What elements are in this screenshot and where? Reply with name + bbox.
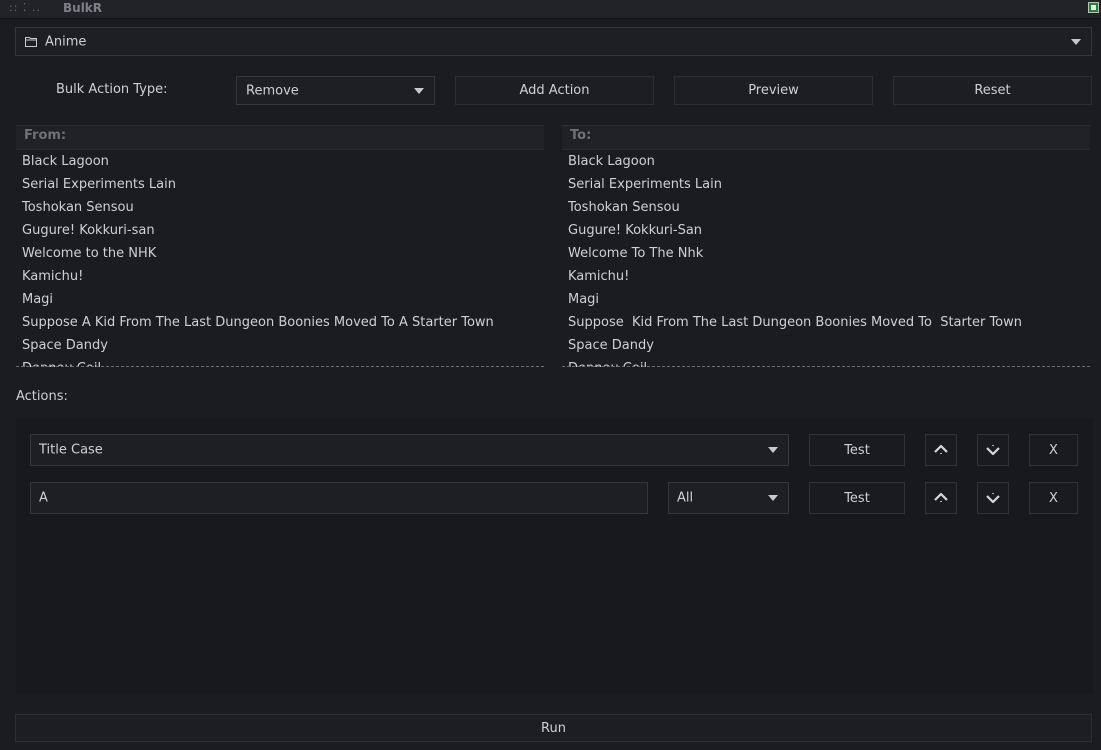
from-list-item[interactable]: Serial Experiments Lain: [16, 173, 544, 196]
move-up-button[interactable]: [925, 434, 957, 466]
from-list-header: From:: [16, 125, 544, 150]
move-up-icon: [934, 492, 948, 503]
library-select-value: Anime: [45, 34, 87, 49]
to-list-item[interactable]: Suppose Kid From The Last Dungeon Boonie…: [562, 311, 1090, 334]
bulk-action-type-label: Bulk Action Type:: [56, 82, 168, 97]
from-list-item[interactable]: Space Dandy: [16, 334, 544, 357]
app-tray-icon[interactable]: [1088, 2, 1099, 13]
reset-button[interactable]: Reset: [893, 76, 1092, 105]
folder-icon: [25, 36, 37, 47]
bulk-action-type-select[interactable]: Remove: [236, 76, 435, 105]
list-divider: [562, 366, 1090, 367]
from-list-item[interactable]: Black Lagoon: [16, 150, 544, 173]
to-list-item[interactable]: Gugure! Kokkuri-San: [562, 219, 1090, 242]
to-list-header: To:: [562, 125, 1090, 150]
move-up-icon: [934, 444, 948, 455]
from-list-item[interactable]: Toshokan Sensou: [16, 196, 544, 219]
list-divider: [16, 366, 544, 367]
window-grip-icon[interactable]: :: ⁚ ..: [9, 1, 41, 14]
actions-label: Actions:: [16, 389, 68, 404]
test-button[interactable]: Test: [809, 482, 905, 514]
from-list-item[interactable]: Suppose A Kid From The Last Dungeon Boon…: [16, 311, 544, 334]
title-bar: :: ⁚ .. BulkR: [0, 0, 1101, 19]
preview-button[interactable]: Preview: [674, 76, 873, 105]
add-action-button[interactable]: Add Action: [455, 76, 654, 105]
to-list-item[interactable]: Space Dandy: [562, 334, 1090, 357]
action-scope-select[interactable]: All: [668, 482, 789, 514]
move-down-button[interactable]: [977, 434, 1009, 466]
move-up-button[interactable]: [925, 482, 957, 514]
chevron-down-icon: [768, 495, 778, 501]
to-list-item[interactable]: Magi: [562, 288, 1090, 311]
action-scope-value: All: [677, 490, 694, 506]
bulk-action-type-value: Remove: [246, 83, 299, 98]
remove-action-button[interactable]: X: [1029, 482, 1078, 514]
to-list-item[interactable]: Black Lagoon: [562, 150, 1090, 173]
action-text-input[interactable]: A: [30, 482, 648, 514]
move-down-button[interactable]: [977, 482, 1009, 514]
to-list-item[interactable]: Toshokan Sensou: [562, 196, 1090, 219]
chevron-down-icon: [1071, 38, 1081, 45]
run-button[interactable]: Run: [15, 714, 1092, 742]
from-list-item[interactable]: Kamichu!: [16, 265, 544, 288]
action-text-value: A: [39, 490, 48, 506]
from-list[interactable]: From: Black Lagoon Serial Experiments La…: [16, 125, 544, 367]
to-list-item[interactable]: Kamichu!: [562, 265, 1090, 288]
window-title: BulkR: [63, 1, 103, 15]
remove-action-button[interactable]: X: [1029, 434, 1078, 466]
action-type-select[interactable]: Title Case: [30, 434, 789, 466]
from-list-item[interactable]: Welcome to the NHK: [16, 242, 544, 265]
from-list-item[interactable]: Gugure! Kokkuri-san: [16, 219, 544, 242]
chevron-down-icon: [768, 447, 778, 453]
move-down-icon: [986, 493, 1000, 504]
test-button[interactable]: Test: [809, 434, 905, 466]
action-type-value: Title Case: [39, 442, 103, 458]
to-list-item[interactable]: Welcome To The Nhk: [562, 242, 1090, 265]
from-list-item[interactable]: Magi: [16, 288, 544, 311]
chevron-down-icon: [414, 87, 424, 94]
to-list[interactable]: To: Black Lagoon Serial Experiments Lain…: [562, 125, 1090, 367]
move-down-icon: [986, 445, 1000, 456]
library-select[interactable]: Anime: [15, 27, 1092, 56]
to-list-item[interactable]: Serial Experiments Lain: [562, 173, 1090, 196]
